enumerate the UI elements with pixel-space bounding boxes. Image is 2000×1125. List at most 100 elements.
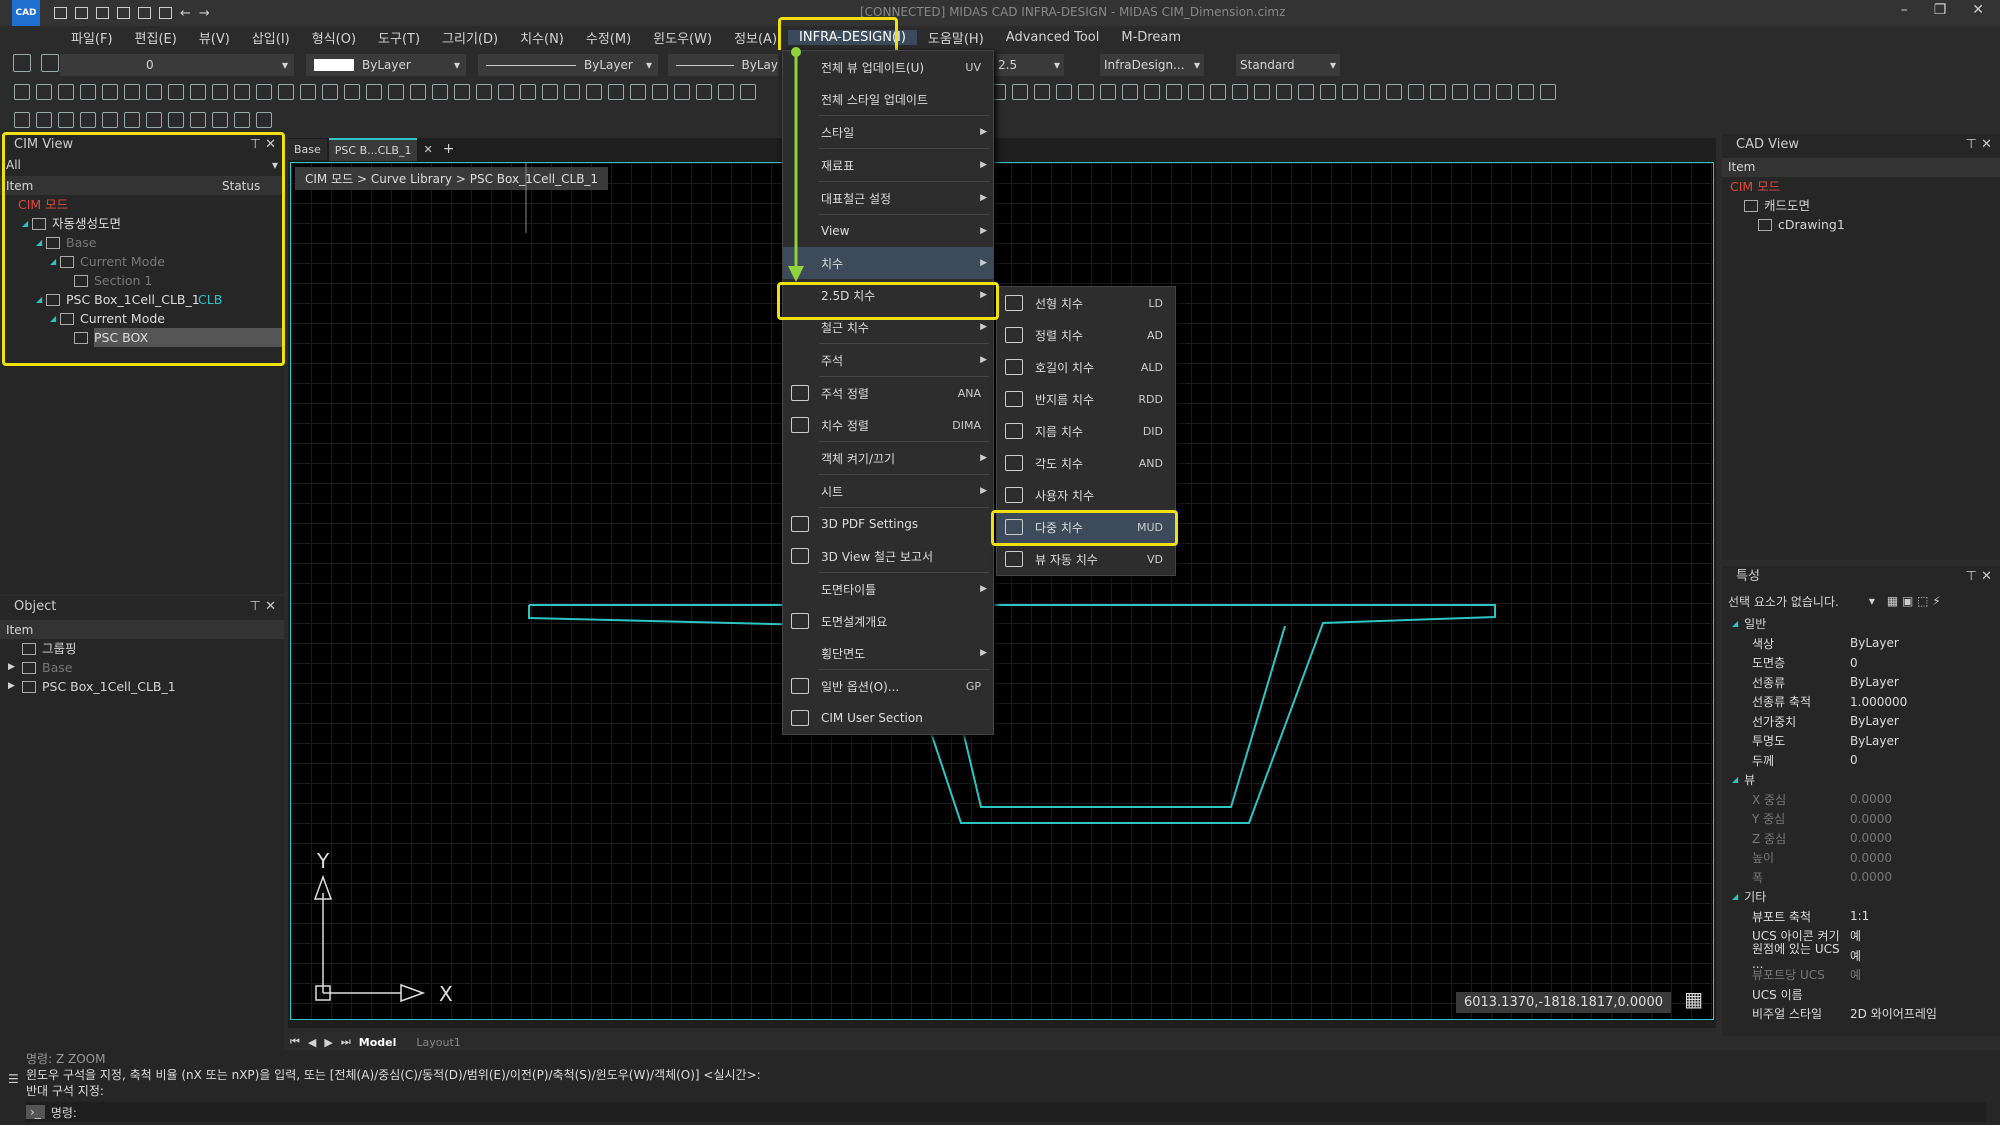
property-row[interactable]: Y 중심 0.0000 [1722,809,2000,829]
layout-tab[interactable]: Layout1 [416,1036,460,1049]
property-row[interactable]: 뷰포트당 UCS 예 [1722,965,2000,985]
draw-tool-icon-3[interactable] [80,84,96,100]
property-section[interactable]: ◢ 기타 [1722,887,2000,907]
dim-tool-icon-19[interactable] [1408,84,1424,100]
draw-tool-icon-23[interactable] [520,84,536,100]
draw-tool-icon-19[interactable] [432,84,448,100]
undo-icon[interactable]: ← [180,6,191,21]
dim-tool-icon-12[interactable] [1254,84,1270,100]
edit-tool-icon-7[interactable] [168,112,184,128]
draw-tool-icon-15[interactable] [344,84,360,100]
dim-tool-icon-24[interactable] [1518,84,1534,100]
property-row[interactable]: 선종류 축적 1.000000 [1722,692,2000,712]
infra-menu-item[interactable]: 치수 ▶ [783,247,993,279]
print-icon[interactable] [138,7,151,19]
infra-menu-item[interactable]: View ▶ [783,215,993,247]
dim-tool-icon-16[interactable] [1342,84,1358,100]
draw-tool-icon-6[interactable] [146,84,162,100]
property-section[interactable]: ◢ 뷰 [1722,770,2000,790]
infra-menu-item[interactable]: 재료표 ▶ [783,149,993,181]
property-row[interactable]: 두께 0 [1722,751,2000,771]
infra-menu-item[interactable]: 시트 ▶ [783,475,993,507]
redo-icon[interactable]: → [199,6,210,21]
close-tab-icon[interactable]: ✕ [419,143,436,156]
draw-tool-icon-17[interactable] [388,84,404,100]
draw-tool-icon-30[interactable] [674,84,690,100]
draw-tool-icon-20[interactable] [454,84,470,100]
menu-7[interactable]: 치수(N) [509,28,575,47]
quick-select-icon[interactable]: ▦ ▣ ⬚ ⚡ [1887,594,1941,608]
draw-tool-icon-16[interactable] [366,84,382,100]
textstyle-select[interactable]: Standard ▾ [1236,54,1340,76]
dim-tool-icon-13[interactable] [1276,84,1292,100]
infra-menu-item[interactable]: CIM User Section [783,702,993,734]
dim-tool-icon-2[interactable] [1034,84,1050,100]
edit-tool-icon-3[interactable] [80,112,96,128]
draw-tool-icon-22[interactable] [498,84,514,100]
dim-tool-icon-9[interactable] [1188,84,1204,100]
save-icon[interactable] [96,7,109,19]
property-row[interactable]: 도면층 0 [1722,653,2000,673]
property-row[interactable]: 투명도 ByLayer [1722,731,2000,751]
dim-tool-icon-22[interactable] [1474,84,1490,100]
edit-tool-icon-4[interactable] [102,112,118,128]
dimension-menu-item[interactable]: 뷰 자동 치수 VD [997,543,1175,575]
pin-close-icons[interactable]: ⊤ ✕ [1966,566,1992,588]
dim-tool-icon-7[interactable] [1144,84,1160,100]
dim-tool-icon-3[interactable] [1056,84,1072,100]
infra-menu-item[interactable]: 대표철근 설정 ▶ [783,182,993,214]
grid-view-icon[interactable]: ▦ [1684,987,1703,1011]
infra-menu-item[interactable]: 전체 뷰 업데이트(U) UV [783,51,993,83]
expand-icon[interactable]: ▶ [8,677,22,696]
property-row[interactable]: UCS 이름 [1722,985,2000,1005]
next-layout-icon[interactable]: ▶ [324,1036,332,1049]
infra-menu-item[interactable]: 일반 옵션(O)... GP [783,670,993,702]
infra-menu-item[interactable]: 횡단면도 ▶ [783,637,993,669]
draw-tool-icon-7[interactable] [168,84,184,100]
property-row[interactable]: 선가중치 ByLayer [1722,712,2000,732]
infra-menu-item[interactable]: 도면설계개요 [783,605,993,637]
pin-close-icons[interactable]: ⊤ ✕ [1966,134,1992,156]
menu-1[interactable]: 편집(E) [124,28,188,47]
infra-menu-item[interactable]: 전체 스타일 업데이트 [783,83,993,115]
dimension-menu-item[interactable]: 사용자 치수 [997,479,1175,511]
draw-tool-icon-4[interactable] [102,84,118,100]
infra-menu-item[interactable]: 객체 켜기/끄기 ▶ [783,442,993,474]
property-section[interactable]: ◢ 일반 [1722,614,2000,634]
menu-14[interactable]: M-Dream [1110,30,1192,45]
draw-tool-icon-21[interactable] [476,84,492,100]
edit-tool-icon-1[interactable] [36,112,52,128]
menu-5[interactable]: 도구(T) [367,28,431,47]
draw-tool-icon-12[interactable] [278,84,294,100]
property-row[interactable]: 비주얼 스타일 2D 와이어프레임 [1722,1004,2000,1024]
edit-tool-icon-10[interactable] [234,112,250,128]
dim-tool-icon-17[interactable] [1364,84,1380,100]
edit-tool-icon-8[interactable] [190,112,206,128]
dim-tool-icon-4[interactable] [1078,84,1094,100]
property-row[interactable]: 폭 0.0000 [1722,868,2000,888]
cad-tree-item[interactable]: 캐드도면 [1722,196,2000,215]
close-icon[interactable]: ✕ [1972,2,1984,18]
dim-tool-icon-20[interactable] [1430,84,1446,100]
collapse-icon[interactable]: ◢ [1732,775,1738,784]
save-as-icon[interactable] [117,7,130,19]
color-select[interactable]: ByLayer ▾ [306,54,466,76]
dim-tool-icon-14[interactable] [1298,84,1314,100]
edit-tool-icon-6[interactable] [146,112,162,128]
bulb-icon[interactable] [41,54,59,72]
draw-tool-icon-10[interactable] [234,84,250,100]
draw-tool-icon-0[interactable] [14,84,30,100]
dimension-menu-item[interactable]: 정렬 치수 AD [997,319,1175,351]
property-row[interactable]: Z 중심 0.0000 [1722,829,2000,849]
collapse-icon[interactable]: ◢ [1732,892,1738,901]
property-row[interactable]: 높이 0.0000 [1722,848,2000,868]
draw-tool-icon-31[interactable] [696,84,712,100]
draw-tool-icon-1[interactable] [36,84,52,100]
draw-tool-icon-11[interactable] [256,84,272,100]
command-menu-icon[interactable]: ☰ [8,1072,19,1086]
infra-menu-item[interactable]: 주석 ▶ [783,344,993,376]
print-preview-icon[interactable] [159,7,172,19]
dimension-menu-item[interactable]: 선형 치수 LD [997,287,1175,319]
edit-tool-icon-11[interactable] [256,112,272,128]
dim-tool-icon-25[interactable] [1540,84,1556,100]
